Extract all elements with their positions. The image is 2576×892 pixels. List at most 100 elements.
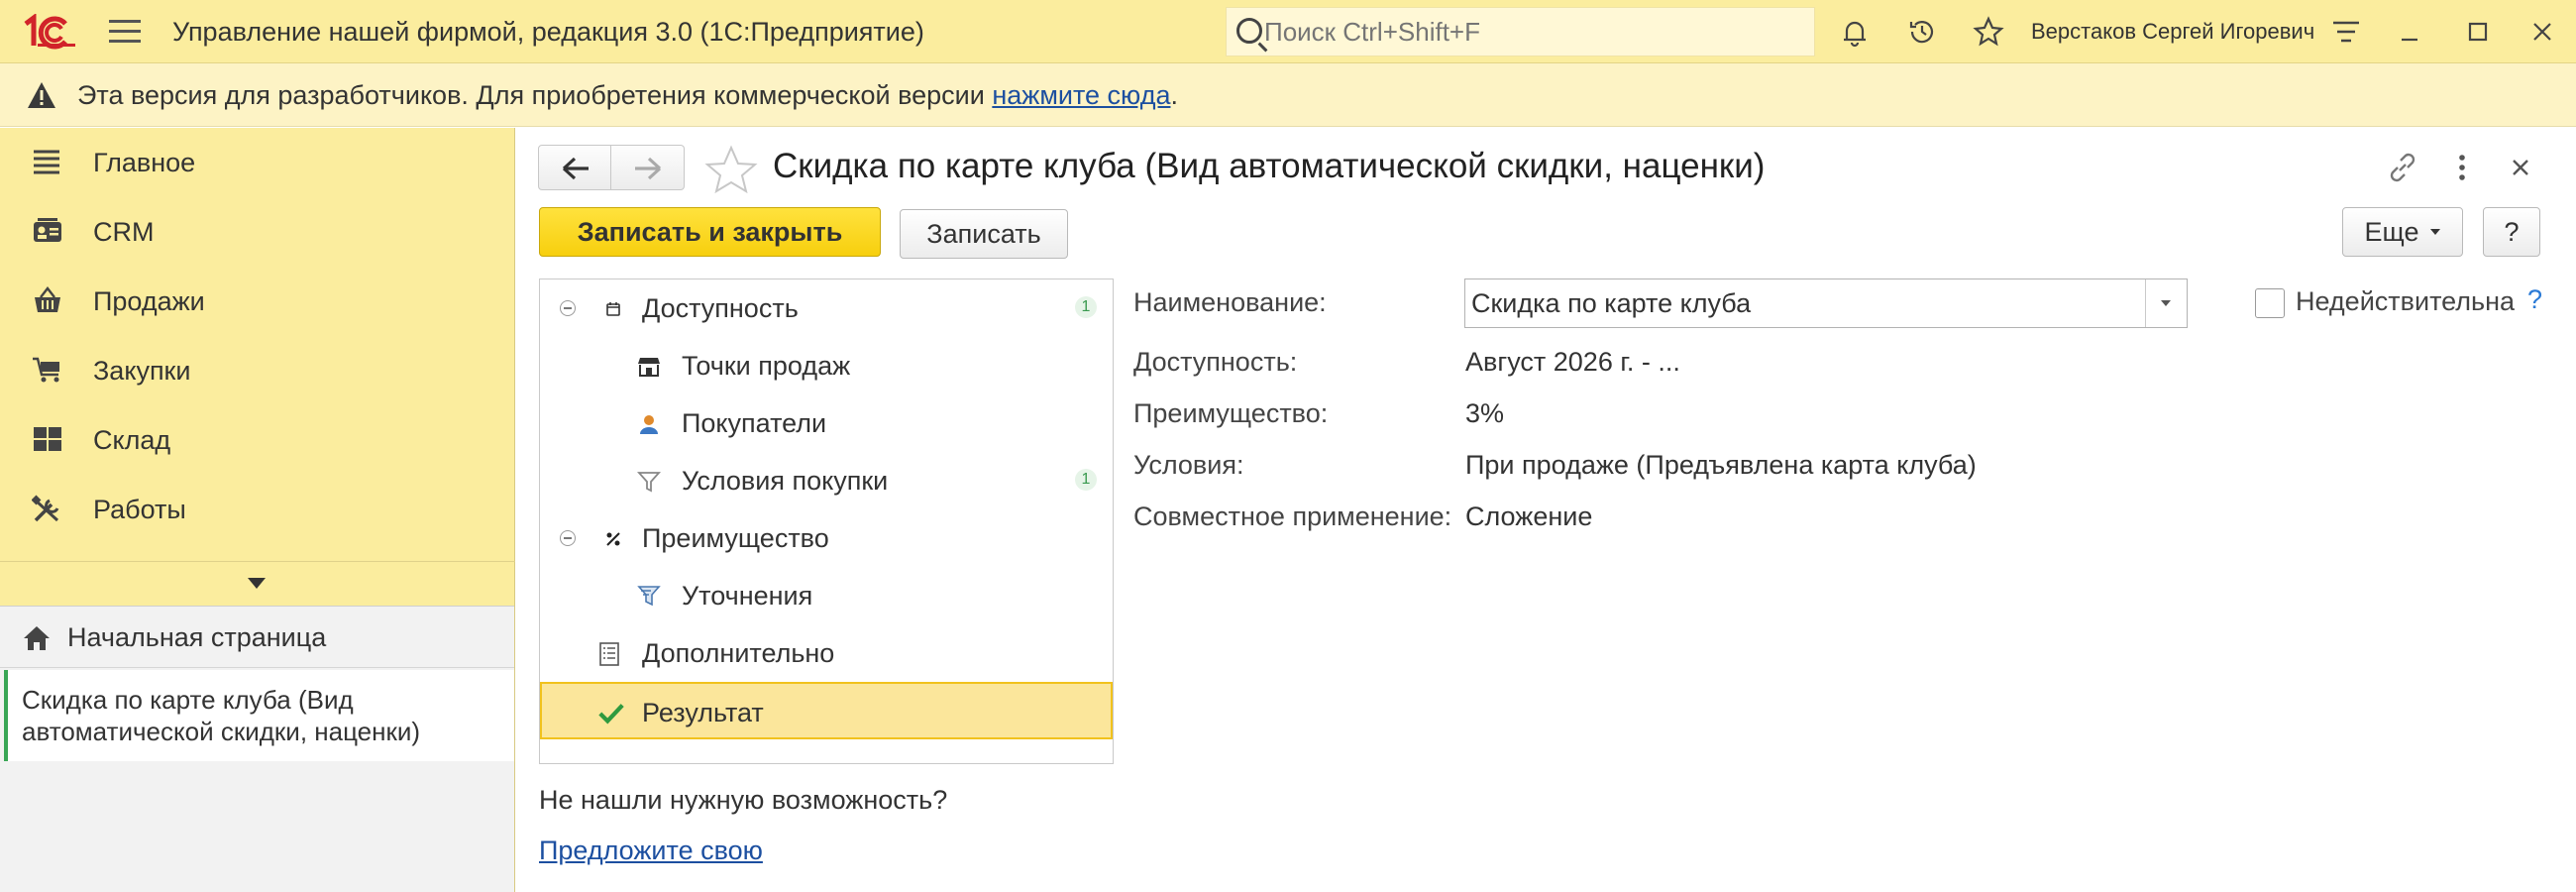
buy-link[interactable]: нажмите сюда [992,80,1170,110]
sidebar-item-sales[interactable]: Продажи [0,267,515,336]
dropdown-icon[interactable] [2145,279,2187,327]
inactive-checkbox[interactable] [2255,288,2285,318]
user-name[interactable]: Верстаков Сергей Игоревич [2031,19,2314,45]
app-title: Управление нашей фирмой, редакция 3.0 (1… [172,17,924,47]
advantage-value[interactable]: 3% [1465,398,1504,429]
availability-label: Доступность: [1133,347,1298,377]
calendar-icon [599,295,627,323]
1c-logo[interactable] [22,13,77,56]
collapse-icon[interactable] [560,530,576,546]
tree-node-label: Точки продаж [682,351,851,381]
store-icon [635,353,663,381]
percent-icon [599,525,627,553]
joint-application-value[interactable]: Сложение [1465,502,1592,532]
sidebar-item-crm[interactable]: CRM [0,197,515,267]
save-and-close-button[interactable]: Записать и закрыть [539,207,881,257]
person-icon [635,410,663,438]
tree-node-advantage[interactable]: Преимущество [540,509,1113,567]
main-menu-icon[interactable] [109,20,141,44]
tree-node-sales-points[interactable]: Точки продаж [540,337,1113,394]
sidebar-item-label: Закупки [93,355,191,386]
home-page-label: Начальная страница [67,622,327,652]
tools-icon [31,495,65,524]
sidebar-item-label: Склад [93,424,171,455]
conditions-label: Условия: [1133,450,1244,480]
home-icon [22,624,52,657]
name-label: Наименование: [1133,287,1327,317]
contact-card-icon [32,217,65,247]
joint-application-label: Совместное применение: [1133,502,1452,531]
sidebar-item-warehouse[interactable]: Склад [0,405,515,475]
sidebar-item-label: Продажи [93,285,205,316]
open-window-label: Скидка по карте клуба (Вид автоматическо… [22,685,421,746]
minimize-icon[interactable] [2390,12,2429,52]
global-search[interactable] [1226,7,1815,56]
tree-node-additional[interactable]: Дополнительно [540,624,1113,682]
notice-text: Эта версия для разработчиков. Для приобр… [77,80,993,110]
menu-lines-icon [32,148,65,177]
open-window-item-active[interactable]: Скидка по карте клуба (Вид автоматическо… [4,670,514,761]
sidebar-item-label: Работы [93,494,186,524]
favorites-star-icon[interactable] [1969,12,2008,52]
help-button[interactable]: ? [2483,207,2540,257]
sidebar-item-works[interactable]: Работы [0,475,515,544]
more-button[interactable]: Еще [2342,207,2463,257]
advantage-label: Преимущество: [1133,398,1329,428]
link-icon[interactable] [2385,150,2420,185]
maximize-icon[interactable] [2458,12,2498,52]
list-icon [595,640,623,668]
tree-node-counter: 1 [1075,469,1097,491]
name-input[interactable] [1471,287,2125,319]
tree-node-label: Условия покупки [682,466,889,496]
notice-tail: . [1170,80,1178,110]
close-window-icon[interactable] [2522,12,2562,52]
help-question-icon[interactable]: ? [2527,284,2542,315]
tree-node-label: Уточнения [682,581,813,611]
favorite-star-icon[interactable] [704,145,758,199]
chevron-down-icon [248,578,266,589]
sidebar-item-label: Главное [93,147,196,177]
sidebar-item-label: CRM [93,216,155,247]
search-icon [1236,18,1262,44]
tree-node-customers[interactable]: Покупатели [540,394,1113,452]
settings-lines-icon[interactable] [2326,12,2366,52]
more-label: Еще [2364,216,2419,247]
back-button[interactable] [538,145,611,190]
availability-value[interactable]: Август 2026 г. - ... [1465,347,1680,378]
title-bar: Управление нашей фирмой, редакция 3.0 (1… [0,0,2576,63]
open-windows-panel: Начальная страница Скидка по карте клуба… [0,606,514,892]
tree-node-label: Результат [642,698,764,727]
tree-node-result[interactable]: Результат [540,682,1113,739]
history-icon[interactable] [1902,12,1942,52]
search-input[interactable] [1264,16,1799,48]
tree-node-availability[interactable]: Доступность 1 [540,279,1113,337]
bell-icon[interactable] [1835,12,1875,52]
form-title: Скидка по карте клуба (Вид автоматическо… [773,147,1766,185]
not-found-text: Не нашли нужную возможность? [539,785,948,815]
filter-icon [635,468,663,496]
inactive-label: Недействительна [2296,286,2515,316]
sidebar-item-main[interactable]: Главное [0,128,515,197]
name-field[interactable] [1464,279,2188,328]
collapse-icon[interactable] [560,300,576,316]
warning-icon [26,80,57,115]
suggest-link[interactable]: Предложите свою [539,836,763,866]
home-page-item[interactable]: Начальная страница [0,607,514,668]
save-button[interactable]: Записать [900,209,1068,259]
tree-node-label: Покупатели [682,408,827,438]
tree-node-counter: 1 [1075,296,1097,318]
checkmark-icon [597,700,625,727]
basket-icon [32,286,65,316]
sidebar-item-purchases[interactable]: Закупки [0,336,515,405]
conditions-value[interactable]: При продаже (Предъявлена карта клуба) [1465,450,1977,481]
more-actions-icon[interactable] [2444,150,2480,185]
tree-node-purchase-conditions[interactable]: Условия покупки 1 [540,452,1113,509]
tree-node-label: Доступность [642,293,799,323]
chevron-down-icon [2430,229,2441,235]
sidebar-expand-toggle[interactable] [0,561,515,605]
tree-node-refinements[interactable]: Уточнения [540,567,1113,624]
forward-button[interactable] [611,145,685,190]
close-form-icon[interactable] [2503,150,2538,185]
form-area: Скидка по карте клуба (Вид автоматическо… [516,128,2576,892]
sections-sidebar: Главное CRM Продажи Закупки Склад Работы… [0,128,515,892]
